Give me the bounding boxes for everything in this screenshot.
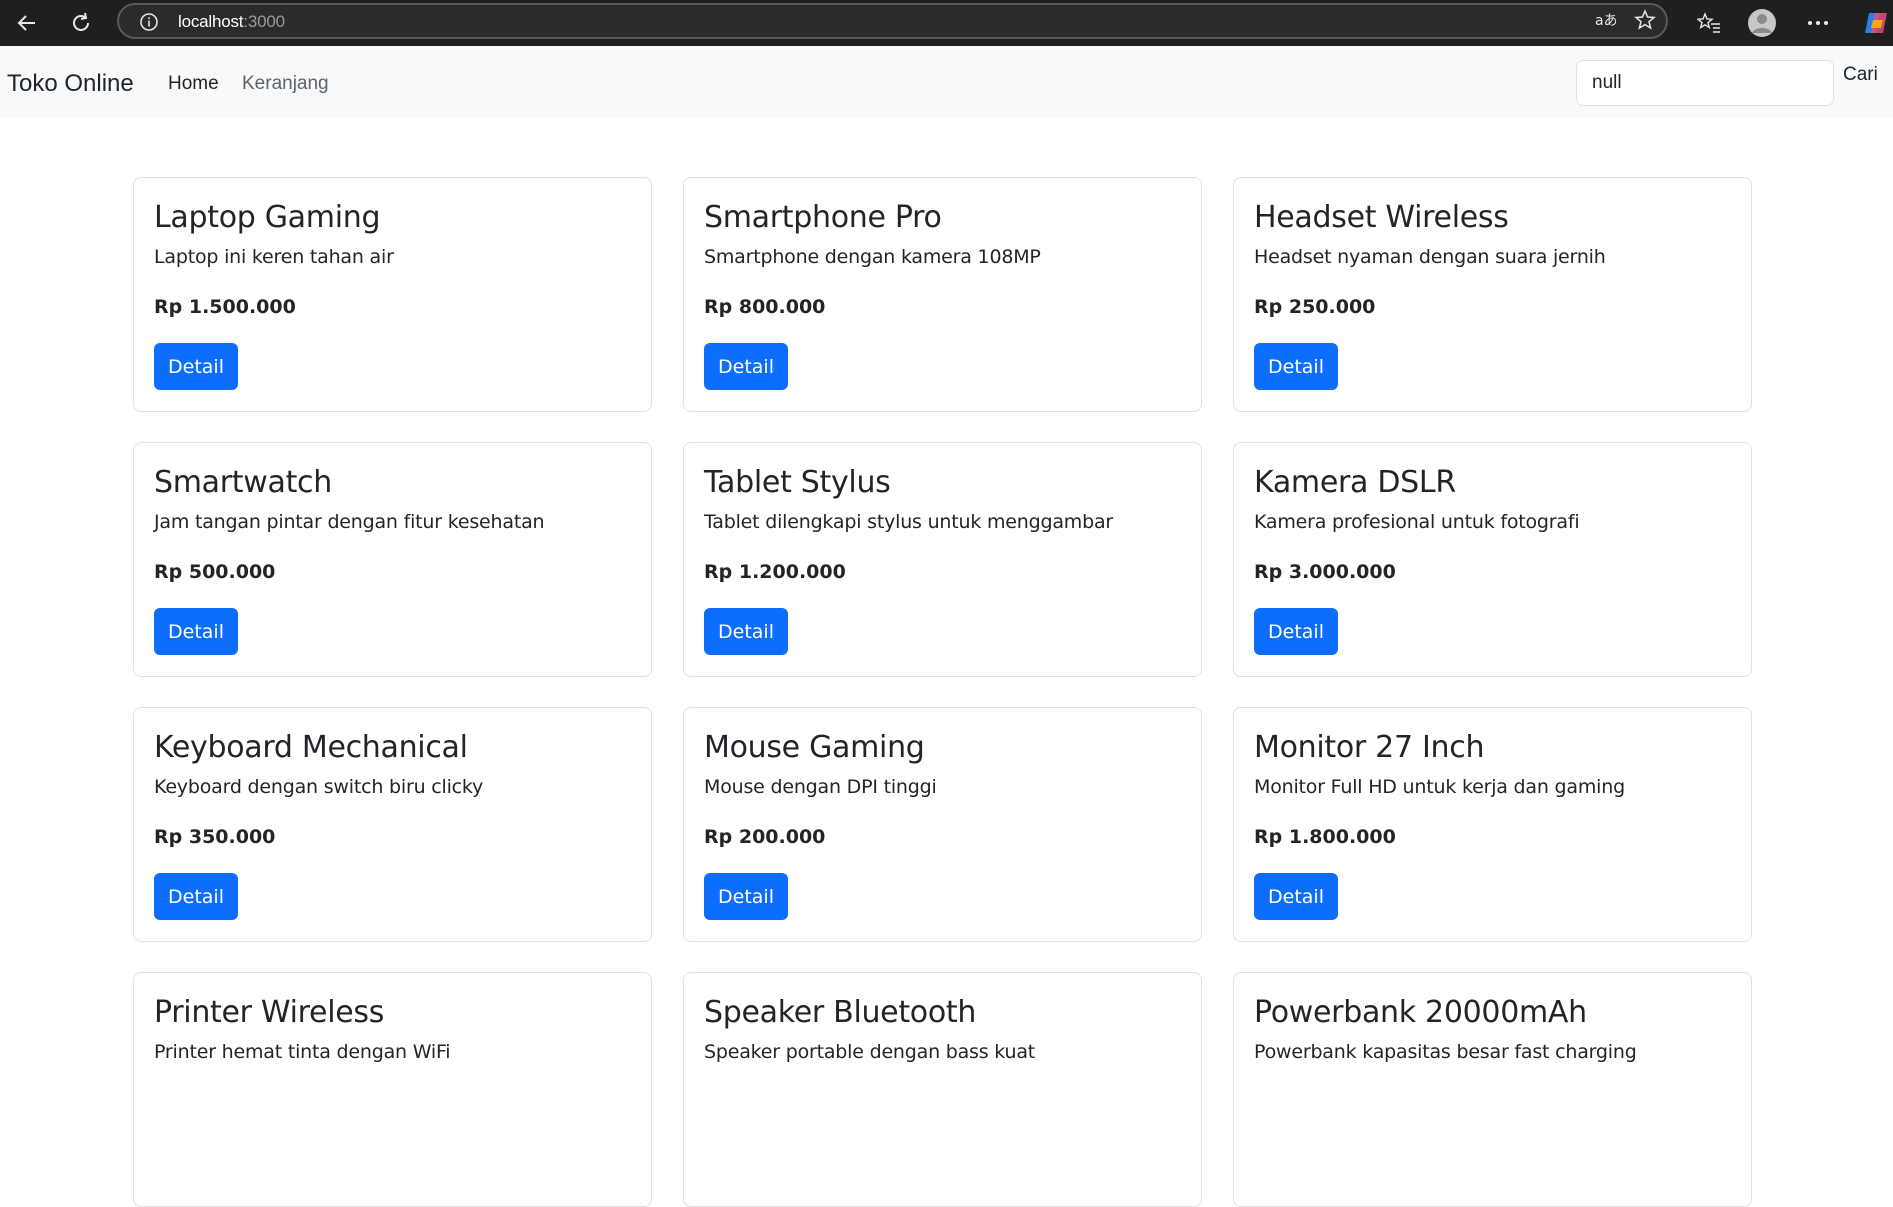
browser-toolbar: localhost:3000 aあ bbox=[0, 0, 1893, 46]
product-description: Laptop ini keren tahan air bbox=[154, 246, 394, 268]
product-title: Powerbank 20000mAh bbox=[1254, 995, 1587, 1030]
copilot-icon[interactable] bbox=[1859, 6, 1893, 40]
product-card: Printer Wireless Printer hemat tinta den… bbox=[133, 972, 652, 1207]
product-description: Monitor Full HD untuk kerja dan gaming bbox=[1254, 776, 1625, 798]
detail-button[interactable]: Detail bbox=[1254, 343, 1338, 390]
product-price: Rp 500.000 bbox=[154, 560, 276, 583]
product-description: Speaker portable dengan bass kuat bbox=[704, 1041, 1036, 1063]
product-card: Tablet Stylus Tablet dilengkapi stylus u… bbox=[683, 442, 1202, 677]
product-card: Smartphone Pro Smartphone dengan kamera … bbox=[683, 177, 1202, 412]
product-card: Powerbank 20000mAh Powerbank kapasitas b… bbox=[1233, 972, 1752, 1207]
favorite-star-icon[interactable] bbox=[1634, 9, 1656, 31]
product-title: Speaker Bluetooth bbox=[704, 995, 977, 1030]
address-bar[interactable]: localhost:3000 aあ bbox=[117, 3, 1668, 39]
product-description: Jam tangan pintar dengan fitur kesehatan bbox=[154, 511, 545, 533]
product-title: Kamera DSLR bbox=[1254, 465, 1456, 500]
profile-avatar-icon[interactable] bbox=[1745, 6, 1779, 40]
product-card: Laptop Gaming Laptop ini keren tahan air… bbox=[133, 177, 652, 412]
product-description: Mouse dengan DPI tinggi bbox=[704, 776, 937, 798]
product-card: Smartwatch Jam tangan pintar dengan fitu… bbox=[133, 442, 652, 677]
product-price: Rp 1.800.000 bbox=[1254, 825, 1396, 848]
product-title: Tablet Stylus bbox=[704, 465, 891, 500]
product-title: Monitor 27 Inch bbox=[1254, 730, 1485, 765]
nav-link-keranjang[interactable]: Keranjang bbox=[242, 73, 329, 95]
back-icon[interactable] bbox=[10, 6, 44, 40]
reload-icon[interactable] bbox=[64, 6, 98, 40]
product-card: Speaker Bluetooth Speaker portable denga… bbox=[683, 972, 1202, 1207]
product-card: Headset Wireless Headset nyaman dengan s… bbox=[1233, 177, 1752, 412]
product-description: Headset nyaman dengan suara jernih bbox=[1254, 246, 1606, 268]
search-button[interactable]: Cari bbox=[1843, 64, 1878, 86]
product-card: Kamera DSLR Kamera profesional untuk fot… bbox=[1233, 442, 1752, 677]
product-price: Rp 350.000 bbox=[154, 825, 276, 848]
detail-button[interactable]: Detail bbox=[704, 343, 788, 390]
product-title: Smartwatch bbox=[154, 465, 332, 500]
detail-button[interactable]: Detail bbox=[1254, 873, 1338, 920]
product-card: Monitor 27 Inch Monitor Full HD untuk ke… bbox=[1233, 707, 1752, 942]
url-text: localhost:3000 bbox=[178, 12, 285, 31]
product-title: Laptop Gaming bbox=[154, 200, 381, 235]
detail-button[interactable]: Detail bbox=[704, 873, 788, 920]
favorites-list-icon[interactable] bbox=[1692, 6, 1726, 40]
navbar: Toko Online Home Keranjang Cari bbox=[0, 46, 1893, 117]
more-menu-icon[interactable] bbox=[1801, 6, 1835, 40]
product-title: Printer Wireless bbox=[154, 995, 385, 1030]
product-card: Mouse Gaming Mouse dengan DPI tinggi Rp … bbox=[683, 707, 1202, 942]
product-price: Rp 3.000.000 bbox=[1254, 560, 1396, 583]
svg-text:aあ: aあ bbox=[1595, 13, 1616, 29]
product-price: Rp 200.000 bbox=[704, 825, 826, 848]
product-title: Keyboard Mechanical bbox=[154, 730, 468, 765]
product-description: Kamera profesional untuk fotografi bbox=[1254, 511, 1580, 533]
product-price: Rp 1.200.000 bbox=[704, 560, 846, 583]
product-card: Keyboard Mechanical Keyboard dengan swit… bbox=[133, 707, 652, 942]
site-info-icon[interactable] bbox=[139, 12, 159, 32]
search-input[interactable] bbox=[1576, 60, 1834, 106]
product-description: Powerbank kapasitas besar fast charging bbox=[1254, 1041, 1637, 1063]
product-grid: Laptop Gaming Laptop ini keren tahan air… bbox=[133, 177, 1753, 1207]
product-title: Mouse Gaming bbox=[704, 730, 925, 765]
product-title: Smartphone Pro bbox=[704, 200, 942, 235]
product-price: Rp 800.000 bbox=[704, 295, 826, 318]
product-description: Printer hemat tinta dengan WiFi bbox=[154, 1041, 451, 1063]
brand-link[interactable]: Toko Online bbox=[7, 70, 134, 98]
nav-link-home[interactable]: Home bbox=[168, 73, 219, 95]
product-description: Tablet dilengkapi stylus untuk menggamba… bbox=[704, 511, 1114, 533]
detail-button[interactable]: Detail bbox=[154, 608, 238, 655]
detail-button[interactable]: Detail bbox=[1254, 608, 1338, 655]
product-title: Headset Wireless bbox=[1254, 200, 1509, 235]
product-description: Smartphone dengan kamera 108MP bbox=[704, 246, 1041, 268]
detail-button[interactable]: Detail bbox=[704, 608, 788, 655]
translate-icon[interactable]: aあ bbox=[1594, 10, 1616, 30]
product-price: Rp 250.000 bbox=[1254, 295, 1376, 318]
detail-button[interactable]: Detail bbox=[154, 873, 238, 920]
detail-button[interactable]: Detail bbox=[154, 343, 238, 390]
product-description: Keyboard dengan switch biru clicky bbox=[154, 776, 484, 798]
product-price: Rp 1.500.000 bbox=[154, 295, 296, 318]
